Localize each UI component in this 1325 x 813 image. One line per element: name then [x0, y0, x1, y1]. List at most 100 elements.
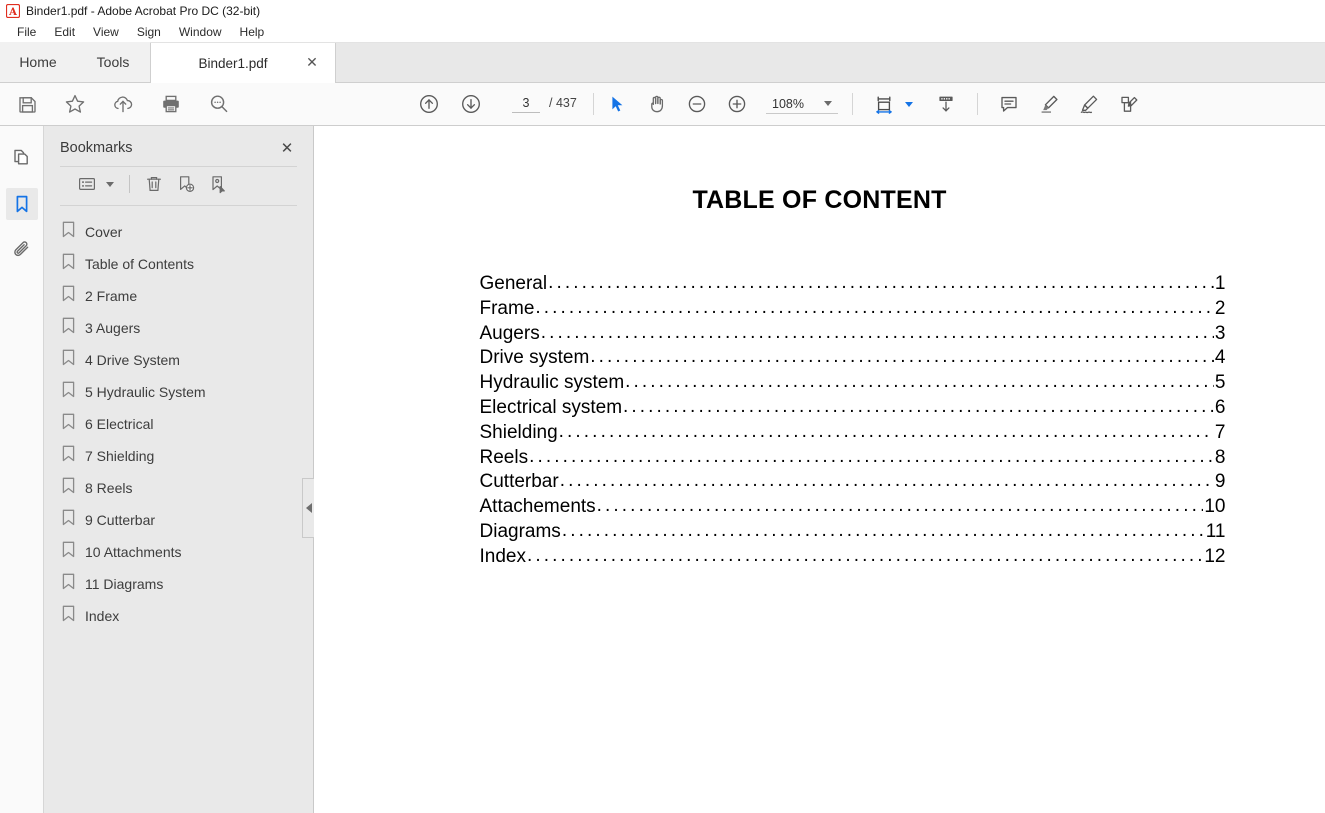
menu-view[interactable]: View — [84, 23, 128, 41]
menu-sign[interactable]: Sign — [128, 23, 170, 41]
toolbar-divider — [592, 93, 594, 115]
bookmark-icon — [62, 413, 75, 435]
delete-bookmark-icon[interactable] — [141, 171, 167, 197]
toc-leader-dots: ........................................… — [623, 395, 1214, 417]
chevron-down-icon[interactable] — [106, 181, 114, 187]
bookmark-item-cover[interactable]: Cover — [44, 216, 313, 248]
toc-leader-dots: ........................................… — [526, 544, 1204, 566]
arrow-up-circle-icon[interactable] — [412, 87, 446, 121]
close-icon[interactable]: ✕ — [277, 138, 297, 158]
document-viewer[interactable]: TABLE OF CONTENT General ...............… — [314, 126, 1325, 813]
menu-edit[interactable]: Edit — [45, 23, 84, 41]
menu-window[interactable]: Window — [170, 23, 231, 41]
bookmarks-toolbar-divider — [129, 175, 130, 193]
toc-row[interactable]: Drive system ...........................… — [480, 346, 1226, 371]
bookmark-item-11-diagrams[interactable]: 11 Diagrams — [44, 568, 313, 600]
bookmark-item-index[interactable]: Index — [44, 600, 313, 632]
toc-leader-dots: ........................................… — [540, 321, 1214, 343]
zoom-in-icon[interactable] — [720, 87, 754, 121]
bookmark-options-icon[interactable] — [74, 171, 100, 197]
toc-label: Shielding — [479, 421, 558, 443]
toc-row[interactable]: General ................................… — [480, 272, 1226, 297]
bookmark-item-2-frame[interactable]: 2 Frame — [44, 280, 313, 312]
bookmark-label: Cover — [85, 224, 123, 240]
toc-page-number: 11 — [1205, 520, 1226, 542]
edit-bookmark-icon[interactable] — [205, 171, 231, 197]
fit-page-chevron-icon[interactable] — [905, 101, 913, 107]
highlighter-icon[interactable] — [1032, 87, 1066, 121]
attachments-icon[interactable] — [6, 234, 38, 266]
bookmark-icon — [62, 317, 75, 339]
bookmark-label: 2 Frame — [85, 288, 138, 304]
cloud-upload-icon[interactable] — [106, 87, 140, 121]
toc-page-number: 8 — [1214, 446, 1226, 468]
bookmark-item-5-hydraulic-system[interactable]: 5 Hydraulic System — [44, 376, 313, 408]
toolbar-left-group — [0, 87, 236, 121]
hand-icon[interactable] — [640, 87, 674, 121]
toc-row[interactable]: Index ..................................… — [480, 545, 1226, 570]
toc-row[interactable]: Reels ..................................… — [480, 446, 1226, 471]
bookmark-item-3-augers[interactable]: 3 Augers — [44, 312, 313, 344]
close-icon[interactable]: ✕ — [303, 54, 321, 72]
toc-leader-dots: ........................................… — [561, 519, 1205, 541]
zoom-level-value: 108% — [772, 96, 804, 111]
new-bookmark-icon[interactable] — [173, 171, 199, 197]
app-body: Bookmarks ✕ Cover Table of Contents 2 Fr… — [0, 126, 1325, 813]
bookmark-item-table-of-contents[interactable]: Table of Contents — [44, 248, 313, 280]
navigation-rail — [0, 126, 44, 813]
bookmark-item-9-cutterbar[interactable]: 9 Cutterbar — [44, 504, 313, 536]
cursor-arrow-icon[interactable] — [600, 87, 634, 121]
fill-and-sign-icon[interactable] — [1112, 87, 1146, 121]
toc-row[interactable]: Frame ..................................… — [480, 297, 1226, 322]
bookmark-icon — [62, 477, 75, 499]
search-icon[interactable] — [202, 87, 236, 121]
menu-file[interactable]: File — [8, 23, 45, 41]
chevron-left-icon — [305, 503, 312, 513]
toolbar-divider-2 — [852, 93, 853, 115]
pdf-page: TABLE OF CONTENT General ...............… — [314, 126, 1325, 570]
fit-page-icon[interactable] — [867, 87, 901, 121]
bookmarks-icon[interactable] — [5, 188, 38, 220]
menu-help[interactable]: Help — [231, 23, 274, 41]
tab-document[interactable]: Binder1.pdf ✕ — [150, 43, 336, 83]
toc-row[interactable]: Cutterbar ..............................… — [480, 470, 1226, 495]
panel-collapse-handle[interactable] — [302, 478, 314, 538]
bookmark-item-10-attachments[interactable]: 10 Attachments — [44, 536, 313, 568]
page-scroll-icon[interactable] — [929, 87, 963, 121]
bookmark-item-4-drive-system[interactable]: 4 Drive System — [44, 344, 313, 376]
toc-row[interactable]: Electrical system ......................… — [480, 396, 1226, 421]
page-number-input[interactable] — [512, 95, 540, 113]
toc-page-number: 9 — [1214, 471, 1226, 493]
toc-row[interactable]: Augers .................................… — [480, 322, 1226, 347]
toc-row[interactable]: Diagrams ...............................… — [480, 520, 1226, 545]
comment-icon[interactable] — [992, 87, 1026, 121]
toc-row[interactable]: Attachements ...........................… — [480, 495, 1226, 520]
bookmark-icon — [62, 541, 75, 563]
bookmarks-panel: Bookmarks ✕ Cover Table of Contents 2 Fr… — [44, 126, 314, 813]
bookmark-item-6-electrical[interactable]: 6 Electrical — [44, 408, 313, 440]
toc-label: Index — [479, 545, 526, 567]
bookmark-item-7-shielding[interactable]: 7 Shielding — [44, 440, 313, 472]
star-icon[interactable] — [58, 87, 92, 121]
toc-row[interactable]: Shielding ..............................… — [480, 421, 1226, 446]
print-icon[interactable] — [154, 87, 188, 121]
zoom-level-selector[interactable]: 108% — [766, 95, 838, 114]
tab-tools[interactable]: Tools — [76, 42, 150, 82]
toc-label: Hydraulic system — [479, 372, 625, 394]
bookmark-icon — [62, 253, 75, 275]
zoom-out-icon[interactable] — [680, 87, 714, 121]
bookmark-icon — [62, 285, 75, 307]
bookmark-icon — [62, 573, 75, 595]
chevron-down-icon[interactable] — [824, 101, 832, 106]
page-thumbnails-icon[interactable] — [6, 142, 38, 174]
tab-home[interactable]: Home — [0, 42, 76, 82]
bookmark-icon — [62, 381, 75, 403]
save-icon[interactable] — [10, 87, 44, 121]
toc-leader-dots: ........................................… — [558, 420, 1214, 442]
sign-icon[interactable] — [1072, 87, 1106, 121]
arrow-down-circle-icon[interactable] — [454, 87, 488, 121]
bookmark-item-8-reels[interactable]: 8 Reels — [44, 472, 313, 504]
bookmark-label: 4 Drive System — [85, 352, 180, 368]
toc-row[interactable]: Hydraulic system .......................… — [480, 371, 1226, 396]
toc-leader-dots: ........................................… — [529, 445, 1214, 467]
